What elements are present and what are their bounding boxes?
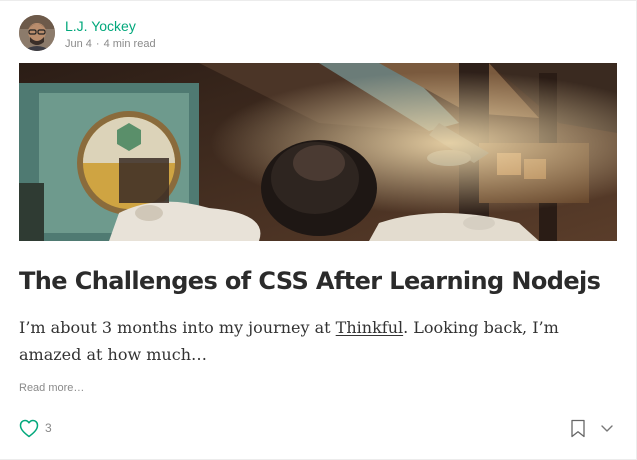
post-card: L.J. Yockey Jun 4 · 4 min read The Chall… [0, 0, 637, 460]
post-meta: Jun 4 · 4 min read [65, 38, 156, 50]
excerpt-text-start: I’m about 3 months into my journey at [19, 318, 336, 337]
author-name-link[interactable]: L.J. Yockey [65, 18, 136, 34]
hero-image[interactable] [19, 63, 617, 241]
bookmark-icon[interactable] [570, 419, 586, 438]
hero-image-workshop-scene-icon [19, 63, 617, 241]
heart-icon[interactable] [19, 419, 39, 438]
chevron-down-icon[interactable] [599, 421, 615, 435]
clap-count[interactable]: 3 [45, 421, 52, 435]
post-excerpt[interactable]: I’m about 3 months into my journey at Th… [19, 314, 619, 368]
clap-button[interactable]: 3 [19, 418, 59, 440]
meta-separator: · [95, 38, 100, 50]
read-time: 4 min read [103, 38, 156, 50]
author-avatar[interactable] [19, 15, 55, 51]
avatar-photo-icon [19, 15, 55, 51]
read-more-link[interactable]: Read more… [19, 382, 84, 394]
post-title[interactable]: The Challenges of CSS After Learning Nod… [19, 267, 601, 295]
post-date: Jun 4 [65, 38, 92, 50]
thinkful-link[interactable]: Thinkful [336, 318, 403, 337]
